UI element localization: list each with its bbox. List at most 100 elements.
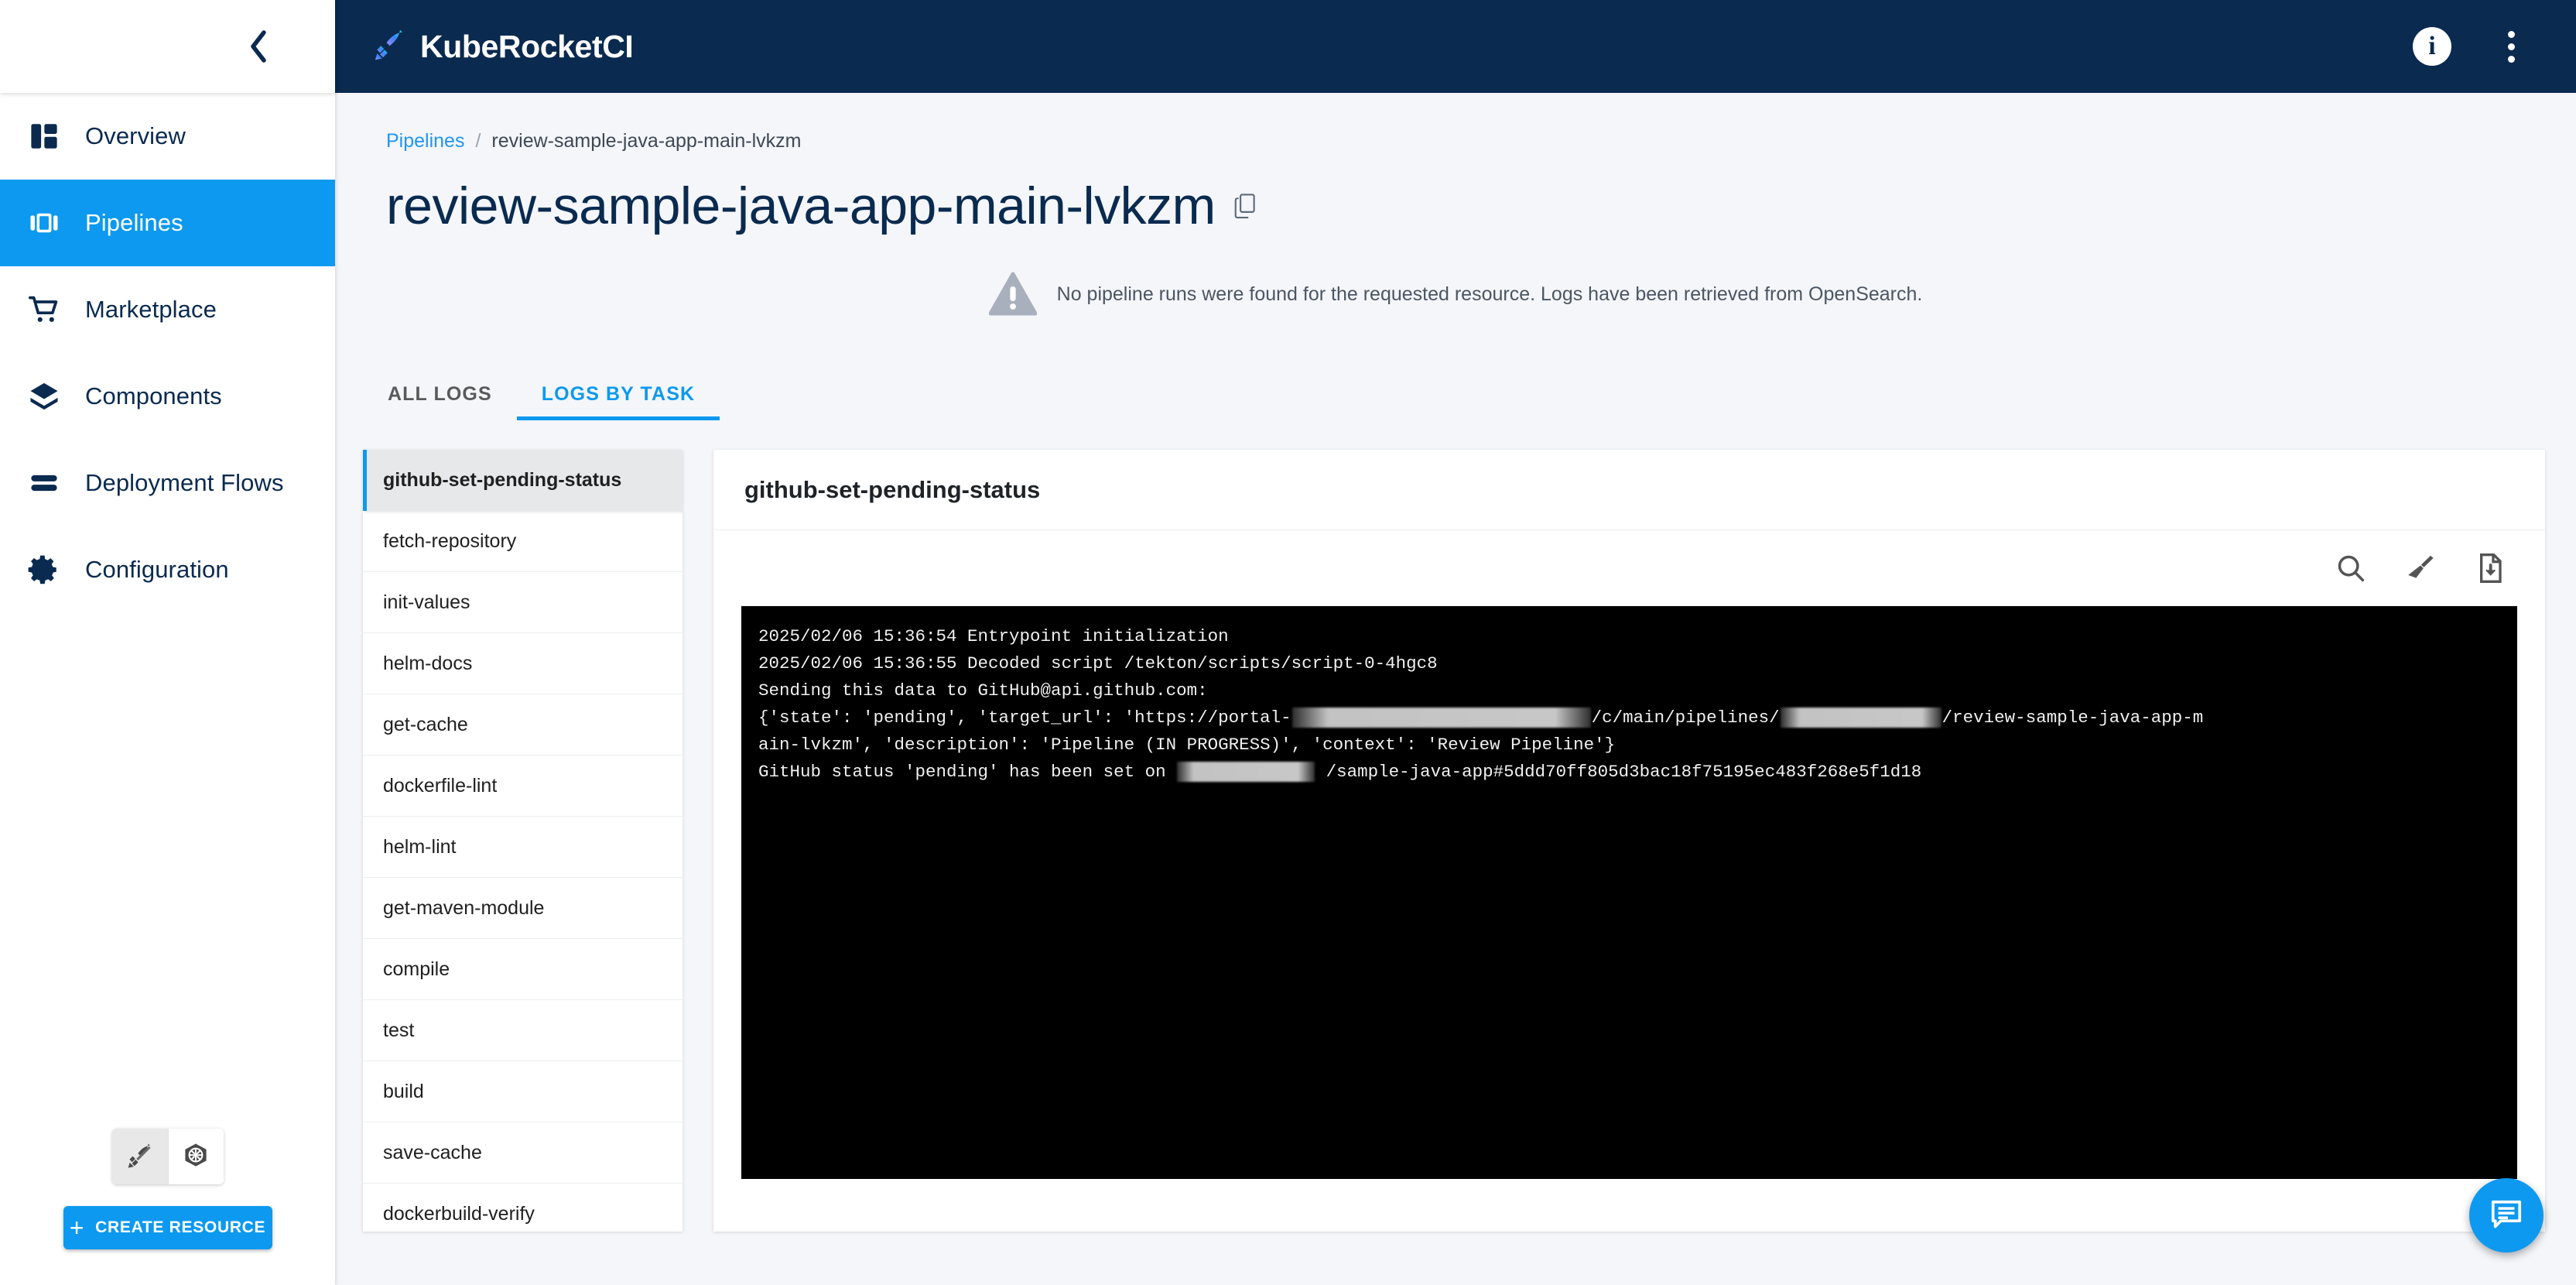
task-list-item[interactable]: compile — [363, 939, 682, 1000]
task-list-item[interactable]: init-values — [363, 572, 682, 633]
info-circle-icon: i — [2413, 27, 2451, 66]
log-text: /sample-java-app#5ddd70ff805d3bac18f7519… — [1315, 762, 1922, 782]
pipelines-icon — [20, 207, 68, 239]
page-title: review-sample-java-app-main-lvkzm — [386, 176, 1216, 235]
chevron-left-icon — [251, 30, 266, 63]
warning-triangle-icon — [988, 272, 1037, 316]
stack-rows-icon — [20, 467, 68, 499]
log-line: {'state': 'pending', 'target_url': 'http… — [758, 704, 2517, 732]
tab-all-logs[interactable]: ALL LOGS — [363, 372, 517, 420]
search-icon — [2338, 555, 2365, 582]
kubernetes-helm-icon — [185, 1143, 207, 1167]
log-panel: github-set-pending-status 2025/02/06 15:… — [713, 450, 2545, 1232]
sidebar-item-configuration[interactable]: Configuration — [0, 526, 335, 613]
task-list-item[interactable]: save-cache — [363, 1122, 682, 1184]
sidebar-item-deployment-flows[interactable]: Deployment Flows — [0, 440, 335, 526]
copy-icon — [1234, 194, 1255, 219]
log-toolbar — [713, 530, 2545, 606]
create-resource-label: CREATE RESOURCE — [95, 1218, 266, 1236]
page-title-row: review-sample-java-app-main-lvkzm — [386, 176, 2576, 236]
sidebar-collapse-button[interactable] — [236, 25, 279, 68]
task-list-item[interactable]: test — [363, 1000, 682, 1061]
kuberocket-icon — [128, 1143, 151, 1168]
sidebar-item-label: Components — [85, 382, 222, 409]
kebab-menu-icon — [2507, 30, 2515, 63]
notice-text: No pipeline runs were found for the requ… — [1056, 283, 1923, 305]
log-text: GitHub status 'pending' has been set on — [758, 762, 1177, 782]
brand-title: KubeRocketCI — [420, 28, 634, 64]
log-view-tabs: ALL LOGS LOGS BY TASK — [335, 372, 2576, 420]
sidebar-item-label: Pipelines — [85, 209, 183, 236]
chat-bubble-icon — [2491, 1200, 2522, 1228]
task-list-item[interactable]: get-maven-module — [363, 878, 682, 939]
sidebar-item-overview[interactable]: Overview — [0, 93, 335, 180]
clear-logs-button[interactable] — [2400, 547, 2441, 589]
cluster-toggle-kubernetes[interactable] — [167, 1129, 224, 1184]
chat-assistant-button[interactable] — [2469, 1178, 2544, 1252]
sidebar-item-components[interactable]: Components — [0, 353, 335, 440]
log-panel-header: github-set-pending-status — [713, 450, 2545, 530]
task-list-item[interactable]: build — [363, 1061, 682, 1122]
broom-icon — [2408, 555, 2434, 578]
app-root: Overview Pipelines Marketplace Component… — [0, 0, 2576, 1285]
tab-logs-by-task[interactable]: LOGS BY TASK — [516, 372, 720, 420]
redacted-text-block — [1291, 708, 1591, 728]
task-list-item[interactable]: get-cache — [363, 694, 682, 756]
breadcrumb-link-pipelines[interactable]: Pipelines — [386, 130, 464, 152]
sidebar-footer: + CREATE RESOURCE — [0, 1129, 335, 1285]
header-actions: i — [2404, 19, 2539, 74]
gear-icon — [20, 553, 68, 586]
sidebar-header — [0, 0, 335, 93]
notice-banner: No pipeline runs were found for the requ… — [335, 272, 2576, 317]
sidebar-nav: Overview Pipelines Marketplace Component… — [0, 93, 335, 613]
redacted-text-block — [1780, 708, 1941, 728]
dashboard-icon — [20, 120, 68, 152]
log-text: ain-lvkzm', 'description': 'Pipeline (IN… — [758, 735, 1616, 755]
log-line: 2025/02/06 15:36:55 Decoded script /tekt… — [758, 650, 2517, 677]
log-console[interactable]: 2025/02/06 15:36:54 Entrypoint initializ… — [741, 606, 2517, 1179]
sidebar-item-label: Configuration — [85, 556, 229, 583]
breadcrumb-separator: / — [475, 130, 481, 152]
sidebar-item-label: Marketplace — [85, 296, 217, 323]
sidebar-item-marketplace[interactable]: Marketplace — [0, 266, 335, 353]
log-line: Sending this data to GitHub@api.github.c… — [758, 677, 2517, 704]
sidebar-item-label: Overview — [85, 122, 186, 149]
log-line: ain-lvkzm', 'description': 'Pipeline (IN… — [758, 732, 2517, 759]
log-text: 2025/02/06 15:36:55 Decoded script /tekt… — [758, 653, 1438, 673]
cluster-toggle-group — [111, 1129, 224, 1184]
file-download-icon — [2480, 553, 2502, 583]
log-text: /c/main/pipelines/ — [1591, 708, 1780, 728]
layers-icon — [20, 380, 68, 413]
task-list-item[interactable]: helm-lint — [363, 817, 682, 878]
task-list-item[interactable]: helm-docs — [363, 633, 682, 694]
main-content: Pipelines / review-sample-java-app-main-… — [335, 93, 2576, 1285]
brand-logo[interactable]: KubeRocketCI — [372, 28, 634, 65]
copy-name-button[interactable] — [1234, 193, 1257, 219]
task-list-item[interactable]: dockerbuild-verify — [363, 1184, 682, 1232]
breadcrumb: Pipelines / review-sample-java-app-main-… — [386, 130, 2576, 152]
task-list-item[interactable]: fetch-repository — [363, 511, 682, 572]
create-resource-button[interactable]: + CREATE RESOURCE — [63, 1206, 272, 1249]
sidebar-item-label: Deployment Flows — [85, 469, 284, 496]
redacted-text-block — [1177, 762, 1315, 783]
task-list: github-set-pending-status fetch-reposito… — [363, 450, 682, 1232]
info-button[interactable]: i — [2404, 19, 2460, 74]
search-logs-button[interactable] — [2330, 547, 2372, 589]
download-logs-button[interactable] — [2469, 547, 2511, 589]
task-list-item[interactable]: dockerfile-lint — [363, 756, 682, 817]
app-header: KubeRocketCI i — [335, 0, 2576, 93]
breadcrumb-current: review-sample-java-app-main-lvkzm — [491, 130, 802, 152]
log-lines: 2025/02/06 15:36:54 Entrypoint initializ… — [741, 606, 2517, 786]
cart-icon — [20, 293, 68, 326]
log-task-title: github-set-pending-status — [744, 475, 1041, 503]
sidebar: Overview Pipelines Marketplace Component… — [0, 0, 335, 1285]
cluster-toggle-kuberocket[interactable] — [111, 1129, 168, 1184]
sidebar-item-pipelines[interactable]: Pipelines — [0, 180, 335, 266]
header-menu-button[interactable] — [2483, 19, 2539, 74]
task-list-item-selected[interactable]: github-set-pending-status — [363, 450, 682, 511]
rocket-logo-icon — [375, 29, 402, 60]
log-line: 2025/02/06 15:36:54 Entrypoint initializ… — [758, 623, 2517, 650]
log-text: Sending this data to GitHub@api.github.c… — [758, 680, 1208, 701]
log-text: {'state': 'pending', 'target_url': 'http… — [758, 708, 1291, 728]
log-line: GitHub status 'pending' has been set on … — [758, 759, 2517, 786]
